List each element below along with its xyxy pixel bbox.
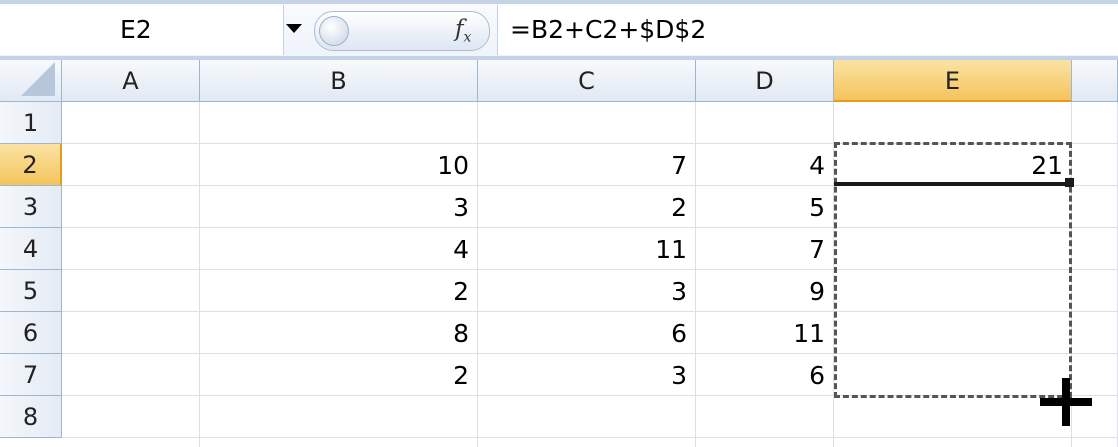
- cell-b1[interactable]: [200, 102, 478, 144]
- cell-b3[interactable]: 3: [200, 186, 478, 228]
- column-header-e[interactable]: E: [834, 60, 1072, 102]
- active-cell-border: [834, 182, 1068, 186]
- cell-c1[interactable]: [478, 102, 696, 144]
- cell-b7[interactable]: 2: [200, 354, 478, 396]
- cell-b5[interactable]: 2: [200, 270, 478, 312]
- name-box[interactable]: E2: [0, 5, 284, 55]
- cell-c2[interactable]: 7: [478, 144, 696, 186]
- cell-d8[interactable]: [696, 396, 834, 438]
- column-header-a[interactable]: A: [62, 60, 200, 102]
- insert-function-icon[interactable]: fx: [455, 16, 471, 46]
- fill-handle[interactable]: [1065, 178, 1074, 187]
- cell-e8[interactable]: [834, 396, 1072, 438]
- row-header-2[interactable]: 2: [0, 144, 62, 186]
- cell-d7[interactable]: 6: [696, 354, 834, 396]
- cell-b2[interactable]: 10: [200, 144, 478, 186]
- select-all-button[interactable]: [0, 60, 62, 102]
- row-header-8[interactable]: 8: [0, 396, 62, 438]
- row-header-3[interactable]: 3: [0, 186, 62, 228]
- cell-b4[interactable]: 4: [200, 228, 478, 270]
- copy-marquee: [834, 142, 1072, 398]
- cell-c6[interactable]: 6: [478, 312, 696, 354]
- name-box-dropdown-icon[interactable]: [286, 24, 302, 33]
- row-header-1[interactable]: 1: [0, 102, 62, 144]
- cell-c3[interactable]: 2: [478, 186, 696, 228]
- name-box-value[interactable]: E2: [120, 15, 152, 44]
- select-all-icon: [21, 62, 55, 96]
- cell-c8[interactable]: [478, 396, 696, 438]
- cell-d6[interactable]: 11: [696, 312, 834, 354]
- cell-d1[interactable]: [696, 102, 834, 144]
- row-header-7[interactable]: 7: [0, 354, 62, 396]
- cell-c5[interactable]: 3: [478, 270, 696, 312]
- cell-e1[interactable]: [834, 102, 1072, 144]
- row-header-6[interactable]: 6: [0, 312, 62, 354]
- column-header-partial[interactable]: [1072, 60, 1118, 102]
- insert-function-control[interactable]: fx: [314, 11, 490, 51]
- cell-c7[interactable]: 3: [478, 354, 696, 396]
- row-header-4[interactable]: 4: [0, 228, 62, 270]
- cell-c4[interactable]: 11: [478, 228, 696, 270]
- cell-d2[interactable]: 4: [696, 144, 834, 186]
- cell-d3[interactable]: 5: [696, 186, 834, 228]
- column-header-d[interactable]: D: [696, 60, 834, 102]
- formula-bar: E2 fx =B2+C2+$D$2: [0, 0, 1118, 60]
- formula-input[interactable]: =B2+C2+$D$2: [497, 5, 1118, 55]
- formula-text[interactable]: =B2+C2+$D$2: [510, 15, 706, 44]
- cell-b6[interactable]: 8: [200, 312, 478, 354]
- fill-cursor-icon: [1040, 398, 1092, 406]
- cell-b8[interactable]: [200, 396, 478, 438]
- column-header-b[interactable]: B: [200, 60, 478, 102]
- ribbon-divider: [0, 0, 1118, 4]
- formula-bar-resize-knob-icon[interactable]: [319, 16, 349, 46]
- column-header-c[interactable]: C: [478, 60, 696, 102]
- cell-d4[interactable]: 7: [696, 228, 834, 270]
- cell-d5[interactable]: 9: [696, 270, 834, 312]
- row-header-5[interactable]: 5: [0, 270, 62, 312]
